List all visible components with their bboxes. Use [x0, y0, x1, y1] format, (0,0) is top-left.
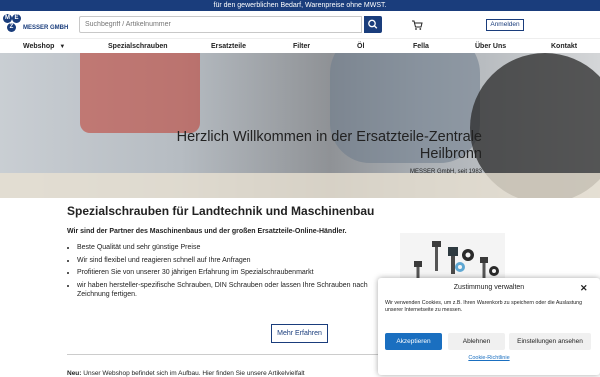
site-header: M E Z MESSER GMBH Anmelden — [0, 11, 600, 38]
cookie-dialog-title: Zustimmung verwalten — [453, 284, 525, 291]
list-item: Beste Qualität und sehr günstige Preise — [77, 243, 397, 252]
nav-item-filter[interactable]: Filter — [293, 39, 310, 54]
reject-cookies-button[interactable]: Ablehnen — [448, 333, 505, 350]
cookie-dialog-text: Wir verwenden Cookies, um z.B. Ihren War… — [385, 300, 583, 313]
list-item: wir haben hersteller-spezifische Schraub… — [77, 281, 397, 299]
nav-item-oel[interactable]: Öl — [357, 39, 364, 54]
site-logo[interactable]: M E Z MESSER GMBH — [3, 13, 75, 37]
hero-subtitle: MESSER GmbH, seit 1983 — [409, 169, 482, 175]
hero-slider[interactable]: Herzlich Willkommen in der Ersatzteile-Z… — [0, 53, 600, 198]
list-item: Profitieren Sie von unserer 30 jährigen … — [77, 268, 397, 277]
search-icon — [368, 19, 378, 29]
logo-company-name: MESSER GMBH — [23, 25, 69, 31]
cookie-settings-button[interactable]: Einstellungen ansehen — [509, 333, 591, 350]
nav-item-ueber-uns[interactable]: Über Uns — [475, 39, 506, 54]
page-title: Spezialschrauben für Landtechnik und Mas… — [67, 204, 375, 218]
slider-dots — [283, 190, 307, 198]
nav-item-spezialschrauben[interactable]: Spezialschrauben — [108, 39, 168, 54]
caret-down-icon: ▼ — [59, 44, 66, 50]
nav-item-ersatzteile[interactable]: Ersatzteile — [211, 39, 246, 54]
accept-cookies-button[interactable]: Akzeptieren — [385, 333, 442, 350]
top-info-bar: für den gewerblichen Bedarf, Warenpreise… — [0, 0, 600, 11]
benefit-list: Beste Qualität und sehr günstige Preise … — [67, 243, 397, 302]
intro-text: Wir sind der Partner des Maschinenbaus u… — [67, 228, 347, 235]
logo-letter-e: E — [12, 14, 21, 23]
search-input[interactable] — [79, 16, 362, 33]
hero-image-tractor — [80, 53, 200, 133]
close-icon[interactable]: ✕ — [580, 283, 588, 294]
learn-more-button[interactable]: Mehr Erfahren — [271, 324, 328, 343]
hero-title-line2: Heilbronn — [419, 146, 482, 162]
main-nav: Webshop ▼ Spezialschrauben Ersatzteile F… — [0, 38, 600, 54]
logo-letter-z: Z — [7, 23, 16, 32]
login-button[interactable]: Anmelden — [486, 19, 524, 31]
cookie-policy-link[interactable]: Cookie-Richtlinie — [378, 355, 600, 361]
top-info-text: für den gewerblichen Bedarf, Warenpreise… — [213, 2, 387, 9]
nav-item-label: Webshop — [23, 43, 55, 50]
nav-item-fella[interactable]: Fella — [413, 39, 429, 54]
logo-letter-m: M — [3, 14, 12, 23]
cookie-consent-dialog: Zustimmung verwalten ✕ Wir verwenden Coo… — [378, 278, 600, 375]
webshop-note: Neu: Unser Webshop befindet sich im Aufb… — [67, 370, 305, 377]
webshop-note-label: Neu: — [67, 370, 82, 377]
section-divider — [67, 354, 387, 355]
list-item: Wir sind flexibel und reagieren schnell … — [77, 256, 397, 265]
shopping-cart-icon — [412, 20, 423, 30]
hero-title-line1: Herzlich Willkommen in der Ersatzteile-Z… — [176, 129, 482, 145]
nav-item-webshop[interactable]: Webshop ▼ — [23, 39, 65, 54]
nav-item-kontakt[interactable]: Kontakt — [551, 39, 577, 54]
cart-button[interactable] — [411, 18, 423, 30]
search-button[interactable] — [364, 16, 382, 33]
webshop-note-text: Unser Webshop befindet sich im Aufbau. H… — [81, 370, 305, 377]
